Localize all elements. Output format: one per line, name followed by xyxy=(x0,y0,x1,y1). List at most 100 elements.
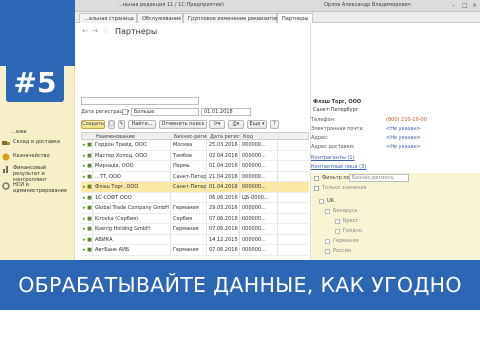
tree-item[interactable]: Россия xyxy=(325,248,351,254)
print-icon[interactable]: ⎙▾ xyxy=(228,120,244,129)
tree-item[interactable]: Гродно xyxy=(335,228,362,234)
sidebar-item-finance[interactable]: Финансовый результат и контроллинг xyxy=(2,165,74,183)
tab-service[interactable]: Обслуживание xyxy=(137,13,183,23)
create-button[interactable]: Создать xyxy=(81,120,105,129)
cell-region: Германия xyxy=(171,224,207,234)
money-icon xyxy=(2,153,10,161)
cell-date: 14.12.2015 xyxy=(207,234,240,244)
cell-name: ...ТТ, ООО xyxy=(93,171,171,181)
table-header: Наименование Бизнес-регион Дата регистра… xyxy=(81,132,309,140)
tab-home[interactable]: ...альная страница xyxy=(79,13,137,23)
cell-name: Koenig Holding GmbH xyxy=(93,224,171,234)
tree-item[interactable]: Беларусь xyxy=(325,208,358,214)
cell-name: АВИКА xyxy=(93,234,171,244)
cell-date: 25.03.2016 xyxy=(207,140,240,150)
partner-detail-panel: Флэш Торг, ООО Санкт-Петербург Телефон: … xyxy=(310,23,480,260)
tree-checkbox[interactable] xyxy=(325,208,330,214)
address-label: Адрес: xyxy=(311,135,329,141)
filter-checkbox[interactable] xyxy=(122,109,128,115)
filter-operator-select[interactable]: Больше xyxy=(131,108,199,116)
phone-value[interactable]: (800) 210-10-00 xyxy=(386,117,427,123)
delivery-value[interactable]: <Не указан> xyxy=(386,144,421,150)
close-icon[interactable]: × xyxy=(472,2,477,9)
back-icon[interactable]: ← xyxy=(81,27,89,36)
tab-partners[interactable]: Партнеры xyxy=(277,13,313,23)
caption-banner: ОБРАБАТЫВАЙТЕ ДАННЫЕ, КАК УГОДНО xyxy=(0,260,480,310)
address-value[interactable]: <Не указан> xyxy=(386,135,421,141)
tree-checkbox[interactable] xyxy=(335,218,340,224)
user-name[interactable]: Орлов Александр Владимирович xyxy=(324,2,411,8)
cell-region: Санкт-Петер... xyxy=(173,171,207,181)
cell-code: 000000... xyxy=(240,182,278,192)
cancel-search-button[interactable]: Отменить поиск xyxy=(159,120,207,129)
col-date[interactable]: Дата регистрации xyxy=(208,133,241,139)
table-row[interactable]: ▸ ■ Global Trade Company GmbH Германия 29.0… xyxy=(81,203,309,214)
tree-checkbox[interactable] xyxy=(325,248,330,254)
copy-icon[interactable]: ▢ xyxy=(108,120,115,129)
edit-icon[interactable]: ✎ xyxy=(118,120,125,129)
table-row[interactable]: ▸ ■ Мастер Холод, ООО Тамбов 02.04.2016 0000… xyxy=(81,150,309,161)
cell-code: 000000... xyxy=(240,234,278,244)
cell-date: 07.06.2016 xyxy=(207,224,240,234)
find-button[interactable]: Найти... xyxy=(128,120,156,129)
row-expand-icon: ▸ ■ xyxy=(83,161,93,171)
col-code[interactable]: Код xyxy=(241,133,279,139)
filter-by-select[interactable]: Бизнес-региону xyxy=(349,174,409,182)
cell-code: 000000... xyxy=(240,224,278,234)
more-button[interactable]: Еще ▾ xyxy=(247,120,267,129)
table-row[interactable]: ▸ ■ Мирнада, ООО Пермь 01.04.2016 000000... xyxy=(81,161,309,172)
table-row[interactable]: ▸ ■ АВИКА 14.12.2015 000000... xyxy=(81,234,309,245)
table-row[interactable]: ▸ ■Флэш Торг, ОООСанкт-Петер...01.04.201… xyxy=(81,182,309,193)
sidebar-item-treasury[interactable]: Казначейство xyxy=(2,153,74,161)
tab-group-edit[interactable]: Групповое изменение реквизитов xyxy=(183,13,278,23)
sidebar-item-admin[interactable]: НСИ и администрирование xyxy=(2,182,74,194)
caption-text: ОБРАБАТЫВАЙТЕ ДАННЫЕ, КАК УГОДНО xyxy=(18,273,462,297)
sidebar-item-warehouse[interactable]: Склад и доставка xyxy=(2,139,74,147)
tree-item[interactable]: UK xyxy=(319,198,334,204)
table-row[interactable]: ▸ ■ Kirovka (Сербия) Сербия 07.06.2016 00000… xyxy=(81,213,309,224)
row-expand-icon: ▸ ■ xyxy=(83,224,93,234)
search-input[interactable] xyxy=(81,97,199,105)
chart-icon xyxy=(2,165,10,173)
tree-label: Гродно xyxy=(343,228,363,234)
cell-code: ЦБ-0000... xyxy=(240,192,278,202)
row-expand-icon: ▸ ■ xyxy=(83,203,93,213)
forward-icon[interactable]: → xyxy=(91,27,99,36)
filter-by-label: Фильтр по: xyxy=(322,175,352,181)
tree-checkbox[interactable] xyxy=(335,228,340,234)
star-icon[interactable]: ☆ xyxy=(102,27,110,36)
tree-checkbox[interactable] xyxy=(325,238,330,244)
tree-item[interactable]: Германия xyxy=(325,238,359,244)
row-expand-icon: ▸ ■ xyxy=(83,140,93,150)
refresh-icon[interactable]: ⟳▾ xyxy=(209,120,225,129)
cell-name: Мирнада, ООО xyxy=(93,161,171,171)
filter-checkbox-region[interactable] xyxy=(314,176,319,181)
row-expand-icon: ▸ ■ xyxy=(83,213,93,223)
cell-region: Германия xyxy=(171,203,207,213)
table-row[interactable]: ▸ ■ Koenig Holding GmbH Германия 07.06.2016… xyxy=(81,224,309,235)
table-row[interactable]: ▸ ■...ТТ, ОООСанкт-Петер...21.04.2016000… xyxy=(81,171,309,182)
table-row[interactable]: ▸ ■ АвтБанк АИБ Германия 07.06.2016 000000..… xyxy=(81,245,309,256)
cell-date: 01.04.2016 xyxy=(207,182,240,192)
cell-region: Пермь xyxy=(171,161,207,171)
tree-label: Брест xyxy=(343,218,359,224)
col-region[interactable]: Бизнес-регион xyxy=(172,133,208,139)
sidebar-item-partial[interactable]: ...ажи xyxy=(11,129,83,135)
col-name[interactable]: Наименование xyxy=(94,133,172,139)
minimize-icon[interactable]: – xyxy=(452,2,455,9)
help-icon[interactable]: ? xyxy=(270,120,279,129)
tree-checkbox[interactable] xyxy=(319,198,324,204)
table-row[interactable]: ▸ ■ 1С-СОФТ ООО 06.06.2016 ЦБ-0000... xyxy=(81,192,309,203)
cell-code: 000000... xyxy=(240,245,278,255)
table-row[interactable]: ▸ ■ Гордон Трейд, ООО Москва 25.03.2016 0000… xyxy=(81,140,309,151)
cell-code: 000000... xyxy=(240,203,278,213)
email-value[interactable]: <Не указан> xyxy=(386,126,421,132)
contacts-link[interactable]: Контактные лица (3) xyxy=(311,164,366,170)
filter-date-input[interactable]: 01.01.2018 xyxy=(201,108,251,116)
contracts-link[interactable]: Контрагенты (1) xyxy=(311,155,355,161)
row-expand-icon: ▸ ■ xyxy=(83,192,93,202)
only-values-checkbox[interactable] xyxy=(314,186,319,191)
tree-item[interactable]: Брест xyxy=(335,218,358,224)
maximize-icon[interactable]: □ xyxy=(462,2,468,9)
cell-region: Санкт-Петер... xyxy=(173,182,207,192)
